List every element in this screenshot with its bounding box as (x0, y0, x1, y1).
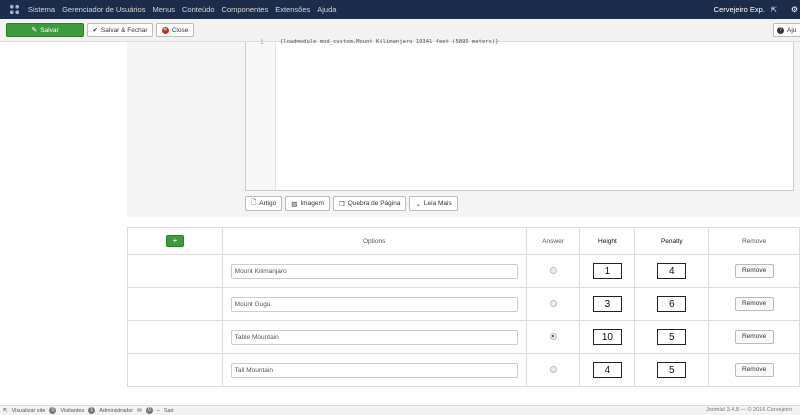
save-close-label: Salvar & Fechar (100, 26, 148, 34)
topbar-right: Cervejeiro Exp. ⇱ ⚙ (714, 0, 800, 19)
picture-icon: ▨ (291, 200, 298, 208)
add-option-button[interactable]: + (165, 235, 184, 247)
joomla-logo-icon[interactable] (8, 4, 20, 16)
main-menu: Sistema Gerenciador de Usuários Menus Co… (28, 5, 343, 14)
table-row: Tall Mountain 4 5 Remove (127, 353, 800, 387)
option-name-input[interactable]: Mount Kilimanjaro (230, 263, 518, 279)
chevron-down-icon: ⌄ (415, 200, 421, 208)
menu-item-sistema[interactable]: Sistema (28, 5, 55, 14)
options-header-row: + Options Answer Height Penalty Remove (127, 227, 800, 255)
article-label: Artigo (259, 200, 277, 207)
messages-badge: 0 (145, 407, 153, 414)
table-row: Mount Gugu 3 6 Remove (127, 287, 800, 321)
height-header: Height (579, 227, 636, 255)
line-number: 1 (260, 39, 264, 46)
remove-button[interactable]: Remove (734, 330, 774, 344)
close-button[interactable]: ✕ Close (156, 23, 194, 37)
penalty-header: Penalty (634, 227, 710, 255)
visitors-label: Visitantes (60, 407, 85, 414)
check-icon: ✔ (92, 27, 98, 34)
status-footer: ⇱ Visualizar site 0 Visitantes 1 Adminis… (0, 405, 800, 415)
help-label: Aju (787, 26, 797, 34)
page-break-button[interactable]: ❐ Quebra de Página (332, 196, 407, 211)
answer-radio[interactable] (549, 266, 557, 274)
height-input[interactable]: 4 (592, 362, 622, 378)
close-label: Close (171, 26, 189, 34)
remove-button[interactable]: Remove (734, 363, 774, 377)
line-gutter: 1 (246, 39, 276, 190)
external-link-icon[interactable]: ⇱ (771, 6, 777, 14)
penalty-input[interactable]: 5 (657, 329, 687, 345)
admins-label: Administrador (99, 407, 134, 414)
editor-buttons: 🗋 Artigo ▨ Imagem ❐ Quebra de Página ⌄ L… (245, 196, 458, 211)
close-icon: ✕ (161, 26, 169, 34)
help-button[interactable]: ? Aju (773, 23, 800, 37)
option-name-input[interactable]: Table Mountain (230, 329, 518, 345)
table-row: Mount Kilimanjaro 1 4 Remove (127, 254, 800, 288)
penalty-input[interactable]: 5 (657, 362, 687, 378)
copy-icon: ❐ (338, 200, 345, 208)
height-input[interactable]: 1 (592, 263, 622, 279)
code-editor[interactable]: 1 {loadmodule mod_custom,Mount Kilimanja… (245, 39, 794, 191)
page-break-label: Quebra de Página (347, 200, 401, 207)
remove-button[interactable]: Remove (734, 264, 774, 278)
mail-icon[interactable]: ✉ (137, 408, 142, 414)
visitors-badge: 0 (49, 407, 57, 414)
read-more-label: Leia Mais (423, 200, 452, 207)
answer-radio[interactable] (549, 365, 557, 373)
article-button[interactable]: 🗋 Artigo (245, 196, 283, 211)
top-navbar: Sistema Gerenciador de Usuários Menus Co… (0, 0, 800, 19)
view-site-link[interactable]: Visualizar site (12, 408, 46, 414)
image-button[interactable]: ▨ Imagem (285, 196, 330, 211)
view-site-icon: ⇱ (3, 407, 8, 414)
height-input[interactable]: 3 (592, 296, 622, 312)
logout-icon: – (156, 407, 160, 414)
penalty-input[interactable]: 6 (657, 296, 687, 312)
save-close-button[interactable]: ✔ Salvar & Fechar (87, 23, 153, 37)
option-name-input[interactable]: Tall Mountain (230, 362, 518, 378)
option-name-input[interactable]: Mount Gugu (230, 296, 518, 312)
menu-item-content[interactable]: Conteúdo (182, 5, 215, 14)
options-header: Options (221, 227, 527, 255)
remove-header: Remove (708, 227, 800, 255)
read-more-button[interactable]: ⌄ Leia Mais (409, 196, 458, 211)
remove-button[interactable]: Remove (734, 297, 774, 311)
admins-badge: 1 (88, 407, 96, 414)
gear-icon[interactable]: ⚙ (791, 5, 798, 14)
code-line[interactable]: {loadmodule mod_custom,Mount Kilimanjaro… (280, 39, 499, 45)
save-button[interactable]: ✎ Salvar (6, 23, 84, 37)
menu-item-extensions[interactable]: Extensões (275, 5, 310, 14)
menu-item-menus[interactable]: Menus (152, 5, 175, 14)
image-label: Imagem (300, 200, 324, 207)
answer-header: Answer (525, 227, 581, 255)
answer-radio-selected[interactable] (549, 332, 557, 340)
site-name-link[interactable]: Cervejeiro Exp. (714, 5, 765, 14)
file-add-icon: 🗋 (251, 199, 257, 206)
menu-item-users[interactable]: Gerenciador de Usuários (62, 5, 145, 14)
height-input[interactable]: 10 (592, 329, 622, 345)
save-label: Salvar (40, 26, 59, 34)
version-text: Joomla! 3.4.8 — © 2016 Cervejeiro (706, 407, 792, 413)
add-cell: + (127, 227, 223, 255)
options-table: + Options Answer Height Penalty Remove M… (127, 227, 800, 387)
menu-item-components[interactable]: Componentes (222, 5, 269, 14)
penalty-input[interactable]: 4 (657, 263, 687, 279)
logout-link[interactable]: Sair (164, 408, 174, 414)
help-icon: ? (777, 26, 784, 34)
save-icon: ✎ (31, 27, 38, 34)
answer-radio[interactable] (549, 299, 557, 307)
menu-item-help[interactable]: Ajuda (317, 5, 336, 14)
table-row: Table Mountain 10 5 Remove (127, 320, 800, 354)
